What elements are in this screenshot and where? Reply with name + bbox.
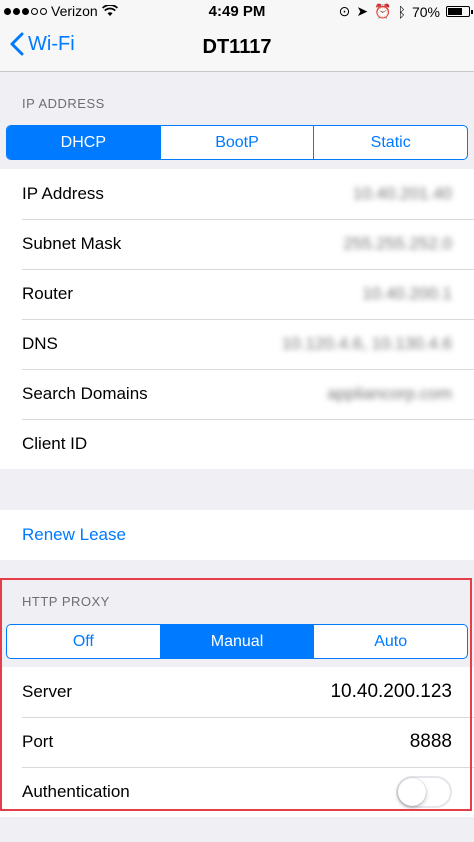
rotation-lock-icon: ⊙ [338, 3, 351, 19]
battery-fill [448, 8, 462, 15]
row-label: DNS [22, 334, 58, 353]
row-label: Router [22, 284, 74, 303]
list-item-subnet-mask: Subnet Mask 255.255.252.0 [0, 219, 474, 269]
list-item-ip-address: IP Address 10.40.201.40 [0, 169, 474, 219]
row-value: 255.255.252.0 [343, 234, 452, 253]
alarm-icon: ⏰ [374, 3, 392, 19]
navigation-bar: Wi-Fi DT1117 [0, 24, 474, 72]
ip-details-list: IP Address 10.40.201.40 Subnet Mask 255.… [0, 169, 474, 469]
row-label: Client ID [22, 434, 88, 453]
segment-static[interactable]: Static [313, 126, 467, 159]
highlight-box [0, 578, 472, 811]
row-value: 10.120.4.6, 10.130.4.6 [281, 334, 452, 353]
list-item-router: Router 10.40.200.1 [0, 269, 474, 319]
row-label: Subnet Mask [22, 234, 122, 253]
section-header-ip-address: IP ADDRESS [22, 96, 105, 111]
location-icon: ➤ [356, 3, 369, 19]
row-value: appliancorp.com [327, 384, 452, 403]
renew-lease-group: Renew Lease [0, 510, 474, 560]
list-item-search-domains: Search Domains appliancorp.com [0, 369, 474, 419]
bluetooth-icon: ᛒ [397, 3, 406, 20]
row-label: IP Address [22, 184, 104, 203]
segment-dhcp[interactable]: DHCP [7, 126, 160, 159]
renew-lease-row: Renew Lease [0, 510, 474, 560]
ip-mode-segmented-control: DHCP BootP Static [6, 125, 468, 160]
row-value: 10.40.200.1 [362, 284, 452, 303]
segment-bootp[interactable]: BootP [159, 126, 314, 159]
page-title: DT1117 [202, 36, 272, 58]
battery-cap [471, 10, 473, 14]
status-bar: Verizon 4:49 PM ⊙ ➤ ⏰ ᛒ 70% [0, 0, 474, 24]
renew-lease-button[interactable]: Renew Lease [22, 525, 126, 545]
battery-percent: 70% [411, 3, 440, 20]
list-item-dns: DNS 10.120.4.6, 10.130.4.6 [0, 319, 474, 369]
row-value: 10.40.201.40 [352, 184, 452, 203]
row-label: Search Domains [22, 384, 148, 403]
status-right: ⊙ ➤ ⏰ ᛒ 70% [338, 3, 473, 20]
list-item-client-id[interactable]: Client ID [0, 419, 474, 469]
battery-icon [446, 6, 473, 17]
